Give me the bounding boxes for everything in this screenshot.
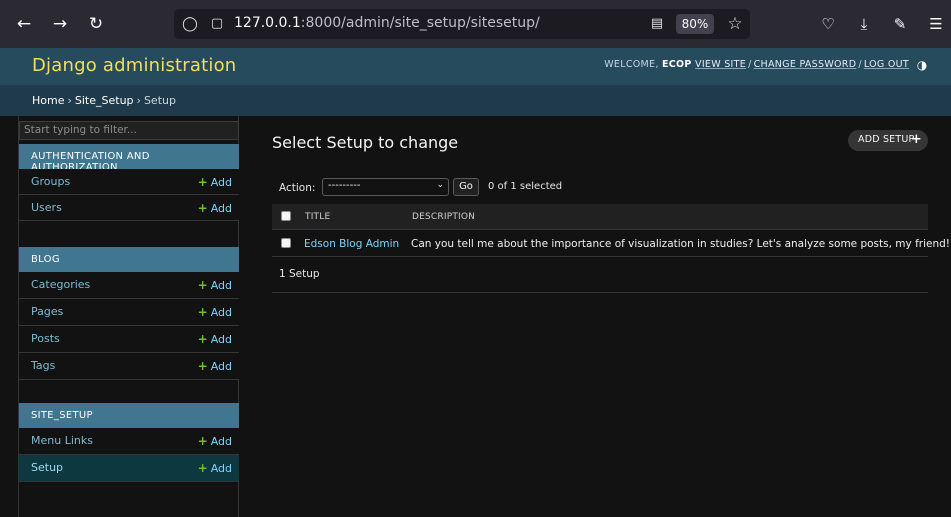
forward-arrow-icon[interactable]: → <box>48 12 72 36</box>
page-info-icon[interactable]: ▢ <box>207 14 227 34</box>
module-caption-blog[interactable]: Blog <box>19 247 239 272</box>
action-select[interactable]: --------- ⌄ <box>322 178 449 196</box>
back-arrow-icon[interactable]: ← <box>12 12 36 36</box>
paginator: 1 Setup <box>272 258 928 293</box>
add-groups-link[interactable]: + Add <box>198 175 232 189</box>
zoom-level-badge[interactable]: 80% <box>676 14 714 34</box>
sidebar-item-label[interactable]: Tags <box>31 359 55 372</box>
sidebar-item-categories[interactable]: Categories + Add <box>19 272 239 299</box>
actions-bar: Action: --------- ⌄ Go 0 of 1 selected <box>272 174 928 202</box>
sidebar-item-label[interactable]: Setup <box>31 461 63 474</box>
add-plus-icon: + <box>197 278 208 292</box>
bookmark-star-icon[interactable]: ☆ <box>724 13 746 35</box>
sidebar-item-label[interactable]: Menu Links <box>31 434 93 447</box>
add-plus-icon: + <box>197 175 208 189</box>
module-caption-site-setup[interactable]: Site_Setup <box>19 403 239 428</box>
column-header-description[interactable]: Description <box>412 212 475 222</box>
sidebar-item-label[interactable]: Pages <box>31 305 63 318</box>
extensions-icon[interactable]: ✎ <box>888 12 912 36</box>
add-plus-icon: + <box>197 201 208 215</box>
add-plus-icon: + <box>197 359 208 373</box>
sidebar-item-users[interactable]: Users + Add <box>19 195 239 221</box>
reader-view-icon[interactable]: ▤ <box>648 15 666 33</box>
row-description: Can you tell me about the importance of … <box>411 238 950 250</box>
action-label: Action: <box>279 182 316 194</box>
menu-icon[interactable]: ☰ <box>924 12 948 36</box>
breadcrumb-current: Setup <box>143 94 176 107</box>
sidebar-item-label[interactable]: Users <box>31 201 62 214</box>
chevron-down-icon: ⌄ <box>436 180 444 190</box>
module-auth: Authentication and Authorization Groups … <box>19 144 239 221</box>
select-all-checkbox[interactable] <box>281 211 291 221</box>
sidebar-item-label[interactable]: Posts <box>31 332 60 345</box>
row-checkbox[interactable] <box>281 238 291 248</box>
sidebar-item-label[interactable]: Categories <box>31 278 90 291</box>
result-count: 1 Setup <box>279 268 320 280</box>
download-icon[interactable]: ⤓ <box>852 12 876 36</box>
table-row: Edson Blog Admin Can you tell me about t… <box>272 230 950 257</box>
user-tools: Welcome, ECOP View site / Change password /… <box>604 59 909 70</box>
sidebar-item-posts[interactable]: Posts + Add <box>19 326 239 353</box>
admin-header: Django administration Welcome, ECOP View… <box>0 48 951 85</box>
page-title: Select Setup to change <box>272 133 459 152</box>
add-users-link[interactable]: + Add <box>198 201 232 215</box>
module-blog: Blog Categories + Add Pages + Add Posts + A… <box>19 247 239 380</box>
url-text[interactable]: 127.0.0.1:8000/admin/site_setup/sitesetu… <box>234 15 540 31</box>
sidebar-item-groups[interactable]: Groups + Add <box>19 169 239 195</box>
column-header-title[interactable]: Title <box>305 212 330 222</box>
plus-circle-icon: + <box>910 132 922 147</box>
selection-counter: 0 of 1 selected <box>488 181 563 192</box>
result-list-table: Title Description Edson Blog Admin Can y… <box>272 204 950 257</box>
view-site-link[interactable]: View site <box>695 59 746 70</box>
change-password-link[interactable]: Change password <box>754 59 857 70</box>
row-title-link[interactable]: Edson Blog Admin <box>304 238 399 250</box>
add-tags-link[interactable]: + Add <box>198 359 232 373</box>
breadcrumb-home[interactable]: Home <box>32 94 64 107</box>
browser-toolbar: ← → ↻ ◯ ▢ 127.0.0.1:8000/admin/site_setu… <box>0 0 951 48</box>
main-content: Select Setup to change Add Setup + Actio… <box>240 116 951 517</box>
sidebar-item-tags[interactable]: Tags + Add <box>19 353 239 380</box>
add-plus-icon: + <box>197 332 208 346</box>
reload-icon[interactable]: ↻ <box>84 12 108 36</box>
add-plus-icon: + <box>197 305 208 319</box>
sidebar-item-menu-links[interactable]: Menu Links + Add <box>19 428 239 455</box>
pocket-icon[interactable]: ♡ <box>816 12 840 36</box>
sidebar-item-setup[interactable]: Setup + Add <box>19 455 239 482</box>
add-plus-icon: + <box>197 434 208 448</box>
nav-sidebar: Start typing to filter... Authentication… <box>18 116 239 517</box>
breadcrumb-app[interactable]: Site_Setup <box>75 94 134 107</box>
theme-toggle-icon[interactable]: ◑ <box>915 58 929 72</box>
add-plus-icon: + <box>197 461 208 475</box>
site-brand[interactable]: Django administration <box>32 55 236 76</box>
add-categories-link[interactable]: + Add <box>198 278 232 292</box>
add-setup-button[interactable]: Add Setup + <box>848 130 928 151</box>
sidebar-item-pages[interactable]: Pages + Add <box>19 299 239 326</box>
add-pages-link[interactable]: + Add <box>198 305 232 319</box>
username: ECOP <box>661 59 692 70</box>
go-button[interactable]: Go <box>453 178 479 196</box>
table-header: Title Description <box>272 204 928 230</box>
address-bar[interactable]: ◯ ▢ 127.0.0.1:8000/admin/site_setup/site… <box>174 9 750 39</box>
add-setup-link[interactable]: + Add <box>198 461 232 475</box>
module-caption-auth[interactable]: Authentication and Authorization <box>19 144 239 173</box>
module-site-setup: Site_Setup Menu Links + Add Setup + Add <box>19 403 239 482</box>
sidebar-item-label[interactable]: Groups <box>31 175 70 188</box>
sidebar-filter-input[interactable]: Start typing to filter... <box>19 121 239 140</box>
breadcrumb: Home › Site_Setup › Setup <box>0 85 951 116</box>
log-out-link[interactable]: Log out <box>864 59 909 70</box>
add-menu-links-link[interactable]: + Add <box>198 434 232 448</box>
add-posts-link[interactable]: + Add <box>198 332 232 346</box>
shield-icon[interactable]: ◯ <box>180 14 200 34</box>
welcome-text: Welcome, <box>604 59 659 70</box>
